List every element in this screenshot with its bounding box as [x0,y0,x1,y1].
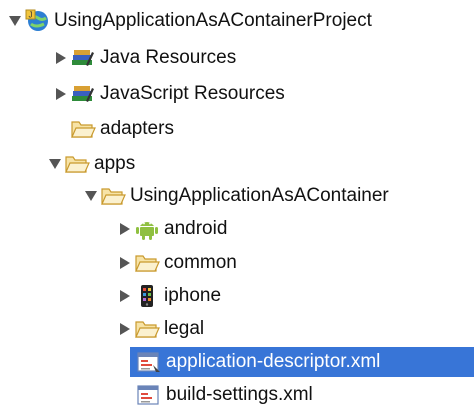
tree-item-label: Java Resources [100,47,237,68]
android-icon [134,217,160,241]
tree-item-label: android [164,218,228,239]
tree-item-common[interactable]: common [0,248,474,278]
collapsed-arrow-icon[interactable] [118,281,132,311]
tree-item-label: adapters [100,118,174,139]
folder-open-icon [64,152,90,176]
collapsed-arrow-icon[interactable] [118,214,132,244]
collapsed-arrow-icon[interactable] [54,79,68,109]
tree-item-label: common [164,252,237,273]
collapsed-arrow-icon[interactable] [54,43,68,73]
tree-item-apps[interactable]: apps [0,149,474,179]
tree-item-label: legal [164,318,205,339]
tree-item-label: UsingApplicationAsAContainerProject [54,10,372,31]
tree-item-app[interactable]: UsingApplicationAsAContainer [0,181,474,211]
tree-item-javascript-resources[interactable]: JavaScript Resources [0,79,474,109]
xml-file-icon [136,350,162,374]
expanded-arrow-icon[interactable] [8,6,22,36]
tree-item-label: application-descriptor.xml [166,351,381,372]
expanded-arrow-icon[interactable] [48,149,62,179]
tree-item-java-resources[interactable]: Java Resources [0,43,474,73]
library-books-icon [70,82,96,106]
tree-item-legal[interactable]: legal [0,314,474,344]
tree-item-label: apps [94,153,136,174]
project-explorer-tree: J UsingApplicationAsAContainerProject Ja… [0,0,474,408]
collapsed-arrow-icon[interactable] [118,248,132,278]
collapsed-arrow-icon[interactable] [118,314,132,344]
svg-text:J: J [29,11,33,20]
tree-item-label: JavaScript Resources [100,83,285,104]
tree-item-label: iphone [164,285,222,306]
tree-item-android[interactable]: android [0,214,474,244]
tree-item-label: UsingApplicationAsAContainer [130,185,389,206]
tree-item-build-settings[interactable]: build-settings.xml [0,380,474,410]
folder-open-icon [100,184,126,208]
folder-icon [134,251,160,275]
iphone-icon [134,284,160,308]
tree-item-application-descriptor[interactable]: application-descriptor.xml [130,347,474,377]
folder-icon [134,317,160,341]
tree-item-adapters[interactable]: adapters [0,114,474,144]
tree-item-label: build-settings.xml [166,384,313,405]
expanded-arrow-icon[interactable] [84,181,98,211]
xml-file-icon [136,383,162,407]
tree-item-iphone[interactable]: iphone [0,281,474,311]
tree-item-project[interactable]: J UsingApplicationAsAContainerProject [0,6,474,36]
folder-icon [70,117,96,141]
project-globe-icon: J [24,9,50,33]
library-books-icon [70,46,96,70]
